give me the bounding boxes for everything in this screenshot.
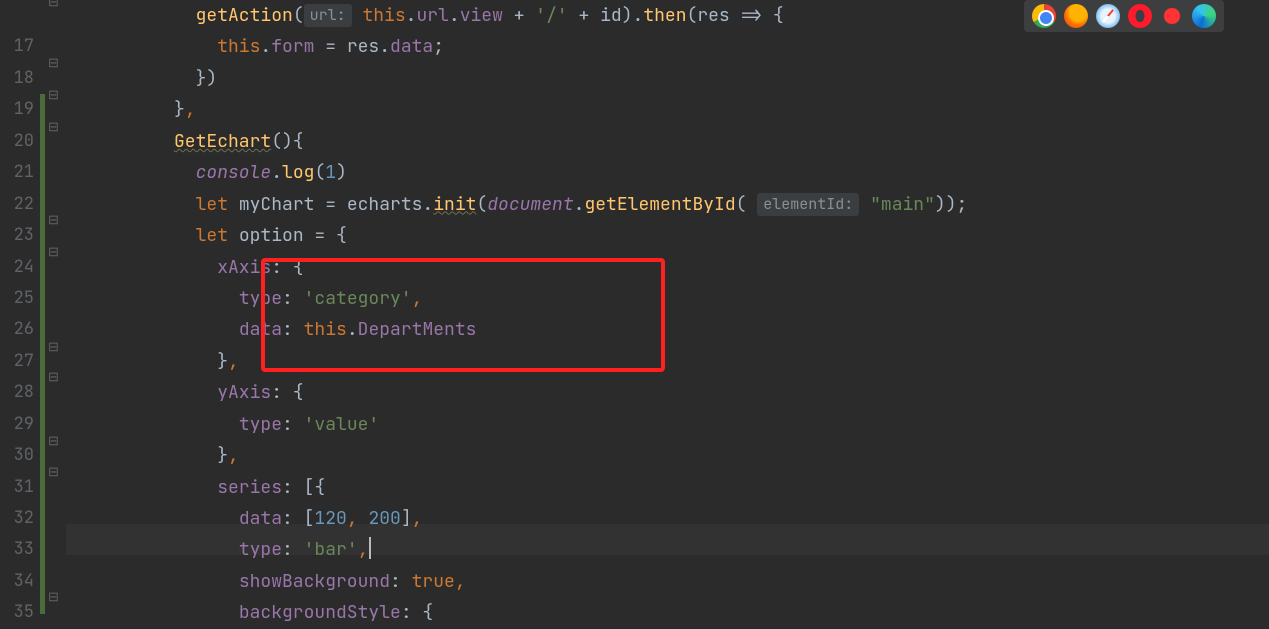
yandex-icon[interactable] — [1160, 4, 1184, 28]
line-number: 17 — [0, 31, 34, 62]
line-number: 22 — [0, 189, 34, 220]
code-line[interactable]: }, — [66, 94, 1269, 125]
code-line[interactable]: console.log(1) — [66, 157, 1269, 188]
fold-close-icon[interactable]: ⊟ — [48, 434, 59, 447]
code-line[interactable]: data: [120, 200], — [66, 503, 1269, 534]
line-number: 35 — [0, 597, 34, 628]
line-number: 23 — [0, 220, 34, 251]
code-line[interactable]: series: [{ — [66, 472, 1269, 503]
vcs-change-marker — [40, 94, 45, 614]
code-line[interactable]: this.form = res.data; — [66, 31, 1269, 62]
line-number: 20 — [0, 126, 34, 157]
code-line[interactable]: }, — [66, 440, 1269, 471]
code-line[interactable]: type: 'bar', — [66, 534, 1269, 565]
code-line[interactable]: showBackground: true, — [66, 566, 1269, 597]
line-number: 18 — [0, 63, 34, 94]
line-number: 27 — [0, 346, 34, 377]
code-line[interactable]: type: 'value' — [66, 409, 1269, 440]
fold-open-icon[interactable]: ⊟ — [48, 590, 59, 603]
fold-gutter[interactable]: ⊟ ⊟ ⊟ ⊟ ⊟ ⊟ ⊟ ⊟ ⊟ ⊟ ⊟ — [46, 0, 66, 625]
code-editor[interactable]: 17 18 19 20 21 22 23 24 25 26 27 28 29 3… — [0, 0, 1269, 625]
line-number: 29 — [0, 409, 34, 440]
fold-open-icon[interactable]: ⊟ — [48, 213, 59, 226]
line-number-gutter: 17 18 19 20 21 22 23 24 25 26 27 28 29 3… — [0, 0, 40, 625]
line-number: 31 — [0, 472, 34, 503]
text-caret — [369, 537, 371, 559]
line-number: 32 — [0, 503, 34, 534]
line-number: 19 — [0, 94, 34, 125]
code-line[interactable]: xAxis: { — [66, 252, 1269, 283]
firefox-icon[interactable] — [1064, 4, 1088, 28]
line-number: 24 — [0, 252, 34, 283]
line-number: 25 — [0, 283, 34, 314]
code-content[interactable]: getAction(url: this.url.view + '/' + id)… — [66, 0, 1269, 625]
browser-preview-toolbar[interactable] — [1024, 0, 1224, 32]
code-line[interactable]: let option = { — [66, 220, 1269, 251]
line-number: 21 — [0, 157, 34, 188]
code-line[interactable]: GetEchart(){ — [66, 126, 1269, 157]
line-number: 34 — [0, 566, 34, 597]
code-line[interactable]: }, — [66, 346, 1269, 377]
chrome-icon[interactable] — [1032, 4, 1056, 28]
fold-open-icon[interactable]: ⊟ — [48, 465, 59, 478]
code-line[interactable]: }) — [66, 63, 1269, 94]
code-line[interactable]: type: 'category', — [66, 283, 1269, 314]
fold-close-icon[interactable]: ⊟ — [48, 88, 59, 101]
line-number: 26 — [0, 314, 34, 345]
line-number: 28 — [0, 377, 34, 408]
fold-open-icon[interactable]: ⊟ — [48, 370, 59, 383]
fold-close-icon[interactable]: ⊟ — [48, 340, 59, 353]
fold-close-icon[interactable]: ⊟ — [48, 56, 59, 69]
fold-marker-icon[interactable]: ⊟ — [48, 0, 59, 8]
code-line[interactable]: backgroundStyle: { — [66, 597, 1269, 628]
code-line[interactable]: data: this.DepartMents — [66, 314, 1269, 345]
safari-icon[interactable] — [1096, 4, 1120, 28]
line-number: 30 — [0, 440, 34, 471]
opera-icon[interactable] — [1128, 4, 1152, 28]
edge-icon[interactable] — [1192, 4, 1216, 28]
fold-open-icon[interactable]: ⊟ — [48, 120, 59, 133]
code-line[interactable]: let myChart = echarts.init(document.getE… — [66, 189, 1269, 220]
fold-open-icon[interactable]: ⊟ — [48, 245, 59, 258]
code-line[interactable]: yAxis: { — [66, 377, 1269, 408]
line-number — [0, 0, 34, 31]
line-number: 33 — [0, 534, 34, 565]
